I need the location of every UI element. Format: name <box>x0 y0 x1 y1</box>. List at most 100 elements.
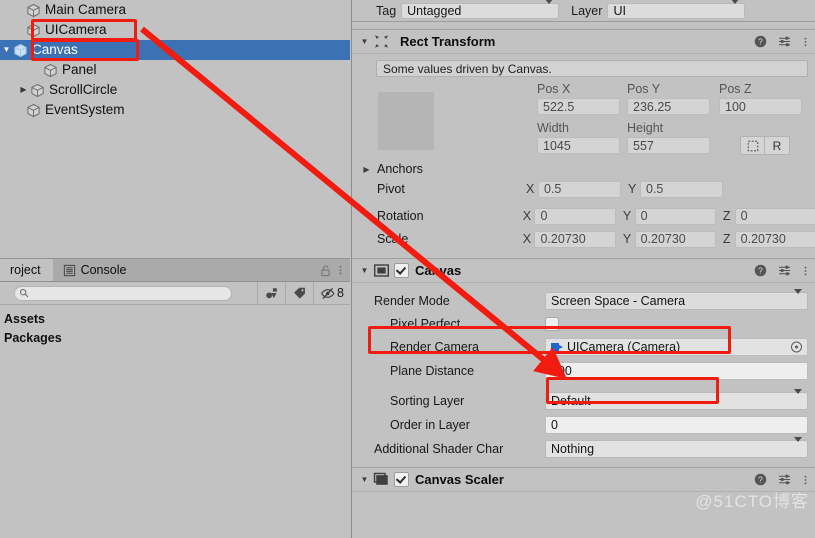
canvas-scaler-enabled-checkbox[interactable] <box>394 472 409 487</box>
preset-icon[interactable] <box>778 264 792 277</box>
sorting-layer-value: Default <box>551 394 591 408</box>
foldout-arrow-collapsed[interactable]: ▶ <box>360 165 373 174</box>
label-filter-button[interactable] <box>285 282 313 304</box>
render-mode-dropdown[interactable]: Screen Space - Camera <box>545 289 808 310</box>
project-tab-bar: roject Console <box>0 259 350 282</box>
kebab-menu-icon[interactable] <box>803 473 808 487</box>
preset-icon[interactable] <box>778 35 792 48</box>
kebab-menu-icon[interactable] <box>338 263 343 277</box>
kebab-menu-icon[interactable] <box>803 264 808 278</box>
search-input[interactable] <box>14 285 232 301</box>
tab-console-label: Console <box>80 263 127 277</box>
foldout-arrow-expanded[interactable]: ▼ <box>358 37 371 46</box>
rotation-x-field[interactable]: 0 <box>534 207 616 225</box>
layer-value: UI <box>613 3 626 18</box>
plane-distance-field[interactable]: 100 <box>545 362 808 380</box>
preset-icon[interactable] <box>778 473 792 486</box>
canvas-enabled-checkbox[interactable] <box>394 263 409 278</box>
lock-open-icon[interactable] <box>319 264 332 277</box>
render-mode-row: Render Mode Screen Space - Camera <box>352 289 815 313</box>
canvas-scaler-header[interactable]: ▼ Canvas Scaler ? <box>352 467 815 492</box>
width-value: 1045 <box>543 138 571 153</box>
plane-distance-label: Plane Distance <box>390 364 475 378</box>
hierarchy-item-main-camera[interactable]: ▶ Main Camera <box>0 0 350 20</box>
unity-editor-screenshot: ▶ Main Camera ▶ UICamera <box>0 0 815 538</box>
hidden-objects-button[interactable]: 8 <box>313 282 350 304</box>
hierarchy-item-canvas[interactable]: ▼ Canvas <box>0 40 350 60</box>
svg-text:?: ? <box>758 475 763 485</box>
help-icon[interactable]: ? <box>754 473 767 486</box>
project-tree-item-packages[interactable]: Packages <box>0 328 350 347</box>
scale-x-axis: X <box>522 232 532 246</box>
anchors-foldout[interactable]: ▶ Anchors <box>360 162 422 176</box>
gameobject-icon <box>43 63 58 78</box>
pixel-perfect-checkbox[interactable] <box>545 317 559 331</box>
project-tree-label: Assets <box>4 311 45 326</box>
rotation-y-axis: Y <box>622 209 632 223</box>
sorting-layer-dropdown[interactable]: Default <box>545 389 808 410</box>
foldout-arrow-expanded[interactable]: ▼ <box>358 475 371 484</box>
object-filter-icon <box>264 286 279 301</box>
blueprint-mode-button[interactable]: R <box>765 136 790 155</box>
canvas-component-title: Canvas <box>415 263 462 278</box>
height-header: Height <box>627 121 664 135</box>
layer-dropdown[interactable]: UI <box>607 0 746 19</box>
hierarchy-item-panel[interactable]: ▶ Panel <box>0 60 350 80</box>
foldout-arrow-expanded[interactable]: ▼ <box>358 266 371 275</box>
hierarchy-item-scrollcircle[interactable]: ▶ ScrollCircle <box>0 80 350 100</box>
pos-z-field[interactable]: 100 <box>719 98 802 115</box>
hierarchy-item-label: UICamera <box>45 22 107 38</box>
gameobject-icon <box>26 23 41 38</box>
gameobject-icon <box>30 83 45 98</box>
rotation-y-field[interactable]: 0 <box>634 207 716 225</box>
kebab-menu-icon[interactable] <box>803 35 808 49</box>
rect-transform-header[interactable]: ▼ Rect Transform ? <box>352 29 815 54</box>
pos-y-header: Pos Y <box>627 82 661 96</box>
object-picker-icon[interactable] <box>791 341 802 353</box>
component-header-icons: ? <box>754 30 808 53</box>
hierarchy-item-eventsystem[interactable]: ▶ EventSystem <box>0 100 350 120</box>
tab-project[interactable]: roject <box>0 259 53 281</box>
scale-y-field[interactable]: 0.20730 <box>634 230 716 248</box>
hierarchy-item-uicamera[interactable]: ▶ UICamera <box>0 20 350 40</box>
height-field[interactable]: 557 <box>627 137 710 154</box>
tab-project-label: roject <box>10 263 41 277</box>
render-camera-object-field[interactable]: UICamera (Camera) <box>545 338 808 356</box>
pivot-y-field[interactable]: 0.5 <box>640 180 723 198</box>
help-icon[interactable]: ? <box>754 35 767 48</box>
pos-y-field[interactable]: 236.25 <box>627 98 710 115</box>
tab-console[interactable]: Console <box>53 259 139 281</box>
layer-label: Layer <box>571 3 603 18</box>
svg-text:?: ? <box>758 266 763 276</box>
pivot-x-axis: X <box>526 182 535 196</box>
rotation-z-value: 0 <box>740 209 748 223</box>
canvas-component-header[interactable]: ▼ Canvas ? <box>352 258 815 283</box>
pivot-row: Pivot X 0.5 Y 0.5 <box>352 178 815 200</box>
tag-dropdown[interactable]: Untagged <box>401 0 560 19</box>
search-input-wrapper[interactable] <box>14 285 232 301</box>
rotation-z-field[interactable]: 0 <box>734 207 815 225</box>
hierarchy-item-label: Panel <box>62 62 97 78</box>
pivot-x-field[interactable]: 0.5 <box>538 180 621 198</box>
inspector-panel: Tag Untagged Layer UI ▼ Rect Transform ?… <box>351 0 815 538</box>
additional-shader-dropdown[interactable]: Nothing <box>545 437 808 458</box>
rect-transform-info-box: Some values driven by Canvas. <box>376 60 808 77</box>
anchor-preview[interactable] <box>378 92 434 150</box>
foldout-arrow-collapsed[interactable]: ▶ <box>17 86 30 94</box>
hidden-count-icon <box>320 287 336 300</box>
project-tree[interactable]: Assets Packages <box>0 305 350 347</box>
project-panel: roject Console 8 Assets Packages <box>0 258 350 538</box>
hierarchy-panel[interactable]: ▶ Main Camera ▶ UICamera <box>0 0 350 258</box>
width-field[interactable]: 1045 <box>537 137 620 154</box>
scale-z-field[interactable]: 0.20730 <box>734 230 815 248</box>
anchor-preset-button[interactable] <box>740 136 765 155</box>
hidden-objects-count: 8 <box>337 286 344 300</box>
pos-x-field[interactable]: 522.5 <box>537 98 620 115</box>
help-icon[interactable]: ? <box>754 264 767 277</box>
order-in-layer-field[interactable]: 0 <box>545 416 808 434</box>
object-filter-button[interactable] <box>257 282 285 304</box>
foldout-arrow-expanded[interactable]: ▼ <box>0 46 13 54</box>
project-tree-item-assets[interactable]: Assets <box>0 309 350 328</box>
scale-x-field[interactable]: 0.20730 <box>534 230 616 248</box>
tag-layer-row: Tag Untagged Layer UI <box>352 0 815 22</box>
